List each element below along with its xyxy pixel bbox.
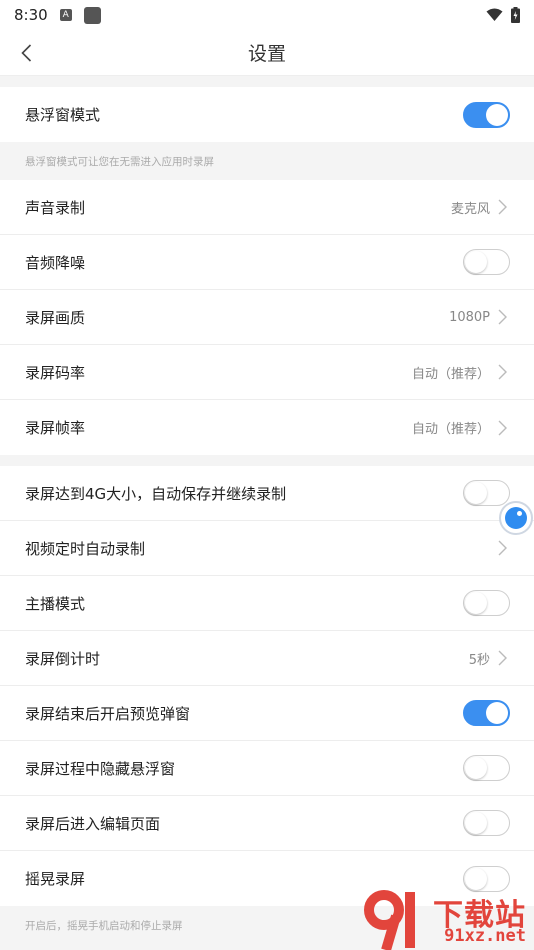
setting-label: 录屏后进入编辑页面 bbox=[25, 814, 161, 833]
audio-denoise-toggle[interactable] bbox=[463, 249, 510, 275]
setting-label: 主播模式 bbox=[25, 594, 86, 613]
setting-label: 悬浮窗模式 bbox=[25, 106, 101, 124]
setting-row-scheduled-recording[interactable]: 视频定时自动录制 bbox=[0, 521, 534, 576]
floating-section: 悬浮窗模式 bbox=[0, 87, 534, 142]
setting-row-streamer-mode: 主播模式 bbox=[0, 576, 534, 631]
status-time: 8:30 bbox=[14, 6, 48, 24]
setting-label: 录屏过程中隐藏悬浮窗 bbox=[25, 759, 176, 778]
setting-label: 录屏码率 bbox=[25, 363, 86, 382]
back-button[interactable] bbox=[16, 42, 36, 64]
app-header: 设置 bbox=[0, 30, 534, 76]
setting-value: 自动（推荐） bbox=[411, 366, 490, 382]
setting-label: 摇晃录屏 bbox=[25, 870, 86, 888]
setting-row-preview-popup: 录屏结束后开启预览弹窗 bbox=[0, 686, 534, 741]
edit-after-toggle[interactable] bbox=[463, 810, 510, 836]
chevron-right-icon bbox=[498, 309, 510, 325]
floating-mode-note: 悬浮窗模式可让您在无需进入应用时录屏 bbox=[0, 142, 534, 180]
chevron-right-icon bbox=[498, 540, 510, 556]
setting-value: 5秒 bbox=[468, 652, 490, 668]
notification-a-icon: A bbox=[59, 9, 72, 21]
setting-row-auto-save-4g: 录屏达到4G大小，自动保存并继续录制 bbox=[0, 466, 534, 521]
setting-row-quality[interactable]: 录屏画质 1080P bbox=[0, 290, 534, 345]
setting-row-countdown[interactable]: 录屏倒计时 5秒 bbox=[0, 631, 534, 686]
chevron-right-icon bbox=[498, 364, 510, 380]
page-title: 设置 bbox=[247, 43, 286, 65]
setting-value: 自动（推荐） bbox=[411, 422, 490, 437]
section-gap bbox=[0, 76, 534, 87]
setting-row-floating-mode: 悬浮窗模式 bbox=[0, 87, 534, 142]
floating-mode-toggle[interactable] bbox=[463, 101, 510, 128]
back-arrow-icon bbox=[20, 44, 31, 62]
setting-label: 声音录制 bbox=[25, 198, 86, 217]
setting-row-edit-after: 录屏后进入编辑页面 bbox=[0, 796, 534, 851]
chevron-right-icon bbox=[498, 650, 510, 666]
setting-label: 录屏达到4G大小，自动保存并继续录制 bbox=[25, 484, 287, 503]
setting-row-hide-floating: 录屏过程中隐藏悬浮窗 bbox=[0, 741, 534, 796]
setting-row-framerate[interactable]: 录屏帧率 自动（推荐） bbox=[0, 400, 534, 455]
status-bar: 8:30 A bbox=[0, 0, 534, 30]
chevron-right-icon bbox=[498, 199, 510, 215]
notification-square-icon bbox=[83, 6, 101, 24]
battery-icon bbox=[511, 7, 520, 23]
setting-row-sound-recording[interactable]: 声音录制 麦克风 bbox=[0, 180, 534, 235]
other-section: 录屏达到4G大小，自动保存并继续录制 视频定时自动录制 主播模式 录屏倒计时 5… bbox=[0, 466, 534, 906]
watermark-logo-icon bbox=[364, 890, 415, 950]
setting-label: 录屏画质 bbox=[25, 308, 86, 327]
setting-value: 1080P bbox=[449, 309, 490, 325]
chevron-right-icon bbox=[498, 420, 510, 436]
setting-label: 录屏倒计时 bbox=[25, 649, 101, 668]
setting-label: 视频定时自动录制 bbox=[25, 539, 146, 558]
watermark-domain: 91xz.net bbox=[444, 926, 526, 946]
setting-row-bitrate[interactable]: 录屏码率 自动（推荐） bbox=[0, 345, 534, 400]
setting-row-audio-denoise: 音频降噪 bbox=[0, 235, 534, 290]
auto-save-4g-toggle[interactable] bbox=[463, 480, 510, 506]
section-gap bbox=[0, 455, 534, 466]
wifi-icon bbox=[486, 8, 503, 21]
hide-floating-toggle[interactable] bbox=[463, 755, 510, 781]
record-ball-icon bbox=[505, 507, 527, 529]
streamer-mode-toggle[interactable] bbox=[463, 590, 510, 616]
setting-label: 录屏帧率 bbox=[25, 419, 86, 437]
site-watermark: 下载站 91xz.net bbox=[358, 888, 534, 950]
audio-video-section: 声音录制 麦克风 音频降噪 录屏画质 1080P 录屏码率 自动（推荐） 录屏帧… bbox=[0, 180, 534, 455]
setting-value: 麦克风 bbox=[450, 201, 490, 217]
floating-record-ball[interactable] bbox=[499, 501, 533, 535]
setting-label: 录屏结束后开启预览弹窗 bbox=[25, 704, 191, 723]
preview-popup-toggle[interactable] bbox=[463, 700, 510, 726]
setting-label: 音频降噪 bbox=[25, 253, 86, 272]
